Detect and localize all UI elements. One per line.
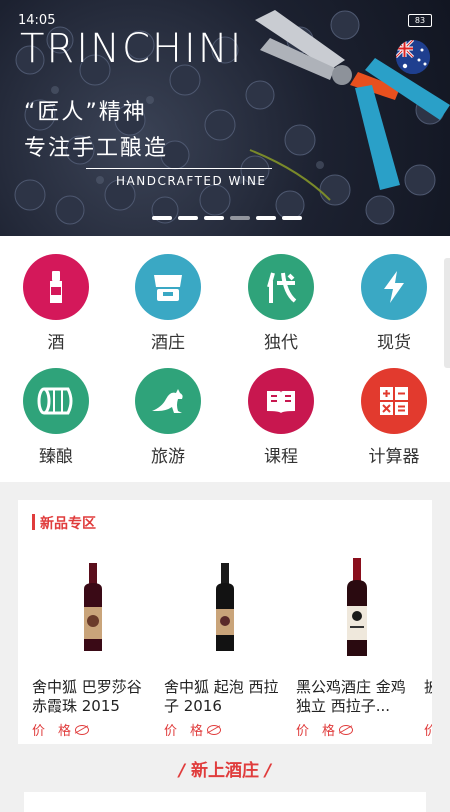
category-premium[interactable]: 臻酿 bbox=[6, 368, 106, 467]
category-label: 现货 bbox=[377, 333, 411, 353]
category-travel[interactable]: 旅游 bbox=[118, 368, 218, 467]
banner-tagline-2: 专注手工酿造 bbox=[24, 136, 169, 161]
category-in-stock[interactable]: 现货 bbox=[344, 254, 444, 353]
product-card-partial[interactable]: 披 价 bbox=[424, 550, 432, 739]
category-label: 课程 bbox=[264, 447, 298, 467]
banner-tagline-3: HANDCRAFTED WINE bbox=[116, 174, 267, 188]
brand-logo-text: TRINCHINI bbox=[20, 26, 244, 72]
carousel-dot[interactable] bbox=[230, 216, 250, 220]
product-name: 舍中狐 巴罗莎谷 赤霞珠 2015 bbox=[32, 678, 142, 715]
category-calculator[interactable]: 计算器 bbox=[344, 368, 444, 467]
banner-divider bbox=[86, 168, 272, 169]
section-title: 新品专区 bbox=[40, 516, 96, 532]
product-image bbox=[32, 550, 154, 666]
carousel-dot[interactable] bbox=[178, 216, 198, 220]
product-image bbox=[296, 550, 418, 666]
carousel-indicator[interactable] bbox=[152, 216, 302, 220]
carousel-dot[interactable] bbox=[152, 216, 172, 220]
carousel-dot[interactable] bbox=[204, 216, 224, 220]
wine-bottle-icon bbox=[23, 254, 89, 320]
product-card[interactable]: 黑公鸡酒庄 金鸡独立 西拉子... 价 格 bbox=[296, 550, 418, 739]
hidden-eye-icon[interactable] bbox=[75, 724, 90, 735]
product-card[interactable]: 舍中狐 起泡 西拉子 2016 价 格 bbox=[164, 550, 286, 739]
category-label: 计算器 bbox=[368, 447, 420, 467]
carousel-dot[interactable] bbox=[282, 216, 302, 220]
new-wineries-heading: / 新上酒庄 / bbox=[178, 761, 272, 781]
category-label: 旅游 bbox=[151, 447, 185, 467]
new-wineries-title: 新上酒庄 bbox=[191, 761, 259, 781]
product-image bbox=[424, 550, 432, 666]
battery-icon: 83 bbox=[408, 14, 432, 27]
banner-tagline-1: “匠人”精神 bbox=[24, 100, 147, 125]
australia-flag-icon[interactable] bbox=[396, 40, 430, 74]
hidden-eye-icon[interactable] bbox=[207, 724, 222, 735]
carousel-dot[interactable] bbox=[256, 216, 276, 220]
product-name: 披 bbox=[424, 678, 432, 696]
product-name: 舍中狐 起泡 西拉子 2016 bbox=[164, 678, 279, 715]
hidden-eye-icon[interactable] bbox=[339, 724, 354, 735]
section-accent-bar bbox=[32, 514, 35, 530]
exclusive-agent-icon bbox=[248, 254, 314, 320]
calculator-icon bbox=[361, 368, 427, 434]
hero-banner[interactable]: 14:05 83 TRINCHINI “匠人”精神 专注手工酿造 HANDCRA… bbox=[0, 0, 450, 236]
category-course[interactable]: 课程 bbox=[231, 368, 331, 467]
category-label: 酒庄 bbox=[151, 333, 185, 353]
kangaroo-icon bbox=[135, 368, 201, 434]
lightning-icon bbox=[361, 254, 427, 320]
product-name: 黑公鸡酒庄 金鸡独立 西拉子... bbox=[296, 678, 406, 715]
category-label: 酒 bbox=[47, 333, 65, 353]
product-image bbox=[164, 550, 286, 666]
category-label: 独代 bbox=[264, 333, 298, 353]
status-bar: 14:05 83 bbox=[0, 0, 450, 28]
category-grid: 酒 酒庄 独代 现货 臻酿 旅游 课程 计算器 bbox=[0, 236, 450, 482]
product-carousel[interactable]: 舍中狐 巴罗莎谷 赤霞珠 2015 价 格 舍中狐 起泡 西拉子 2016 价 … bbox=[18, 550, 432, 740]
product-price: 价 格 bbox=[32, 720, 154, 739]
product-price: 价 格 bbox=[296, 720, 418, 739]
winery-store-icon bbox=[135, 254, 201, 320]
product-price: 价 格 bbox=[164, 720, 286, 739]
new-products-card: 新品专区 舍中狐 巴罗莎谷 赤霞珠 2015 价 格 舍中狐 起泡 西拉子 20… bbox=[18, 500, 432, 744]
category-wine[interactable]: 酒 bbox=[6, 254, 106, 353]
category-label: 臻酿 bbox=[39, 447, 73, 467]
side-drawer-handle[interactable] bbox=[444, 258, 450, 368]
barrel-icon bbox=[23, 368, 89, 434]
new-wineries-card[interactable] bbox=[24, 792, 426, 812]
book-icon bbox=[248, 368, 314, 434]
product-card[interactable]: 舍中狐 巴罗莎谷 赤霞珠 2015 价 格 bbox=[32, 550, 154, 739]
category-winery[interactable]: 酒庄 bbox=[118, 254, 218, 353]
product-price: 价 bbox=[424, 724, 432, 739]
category-exclusive-agent[interactable]: 独代 bbox=[231, 254, 331, 353]
